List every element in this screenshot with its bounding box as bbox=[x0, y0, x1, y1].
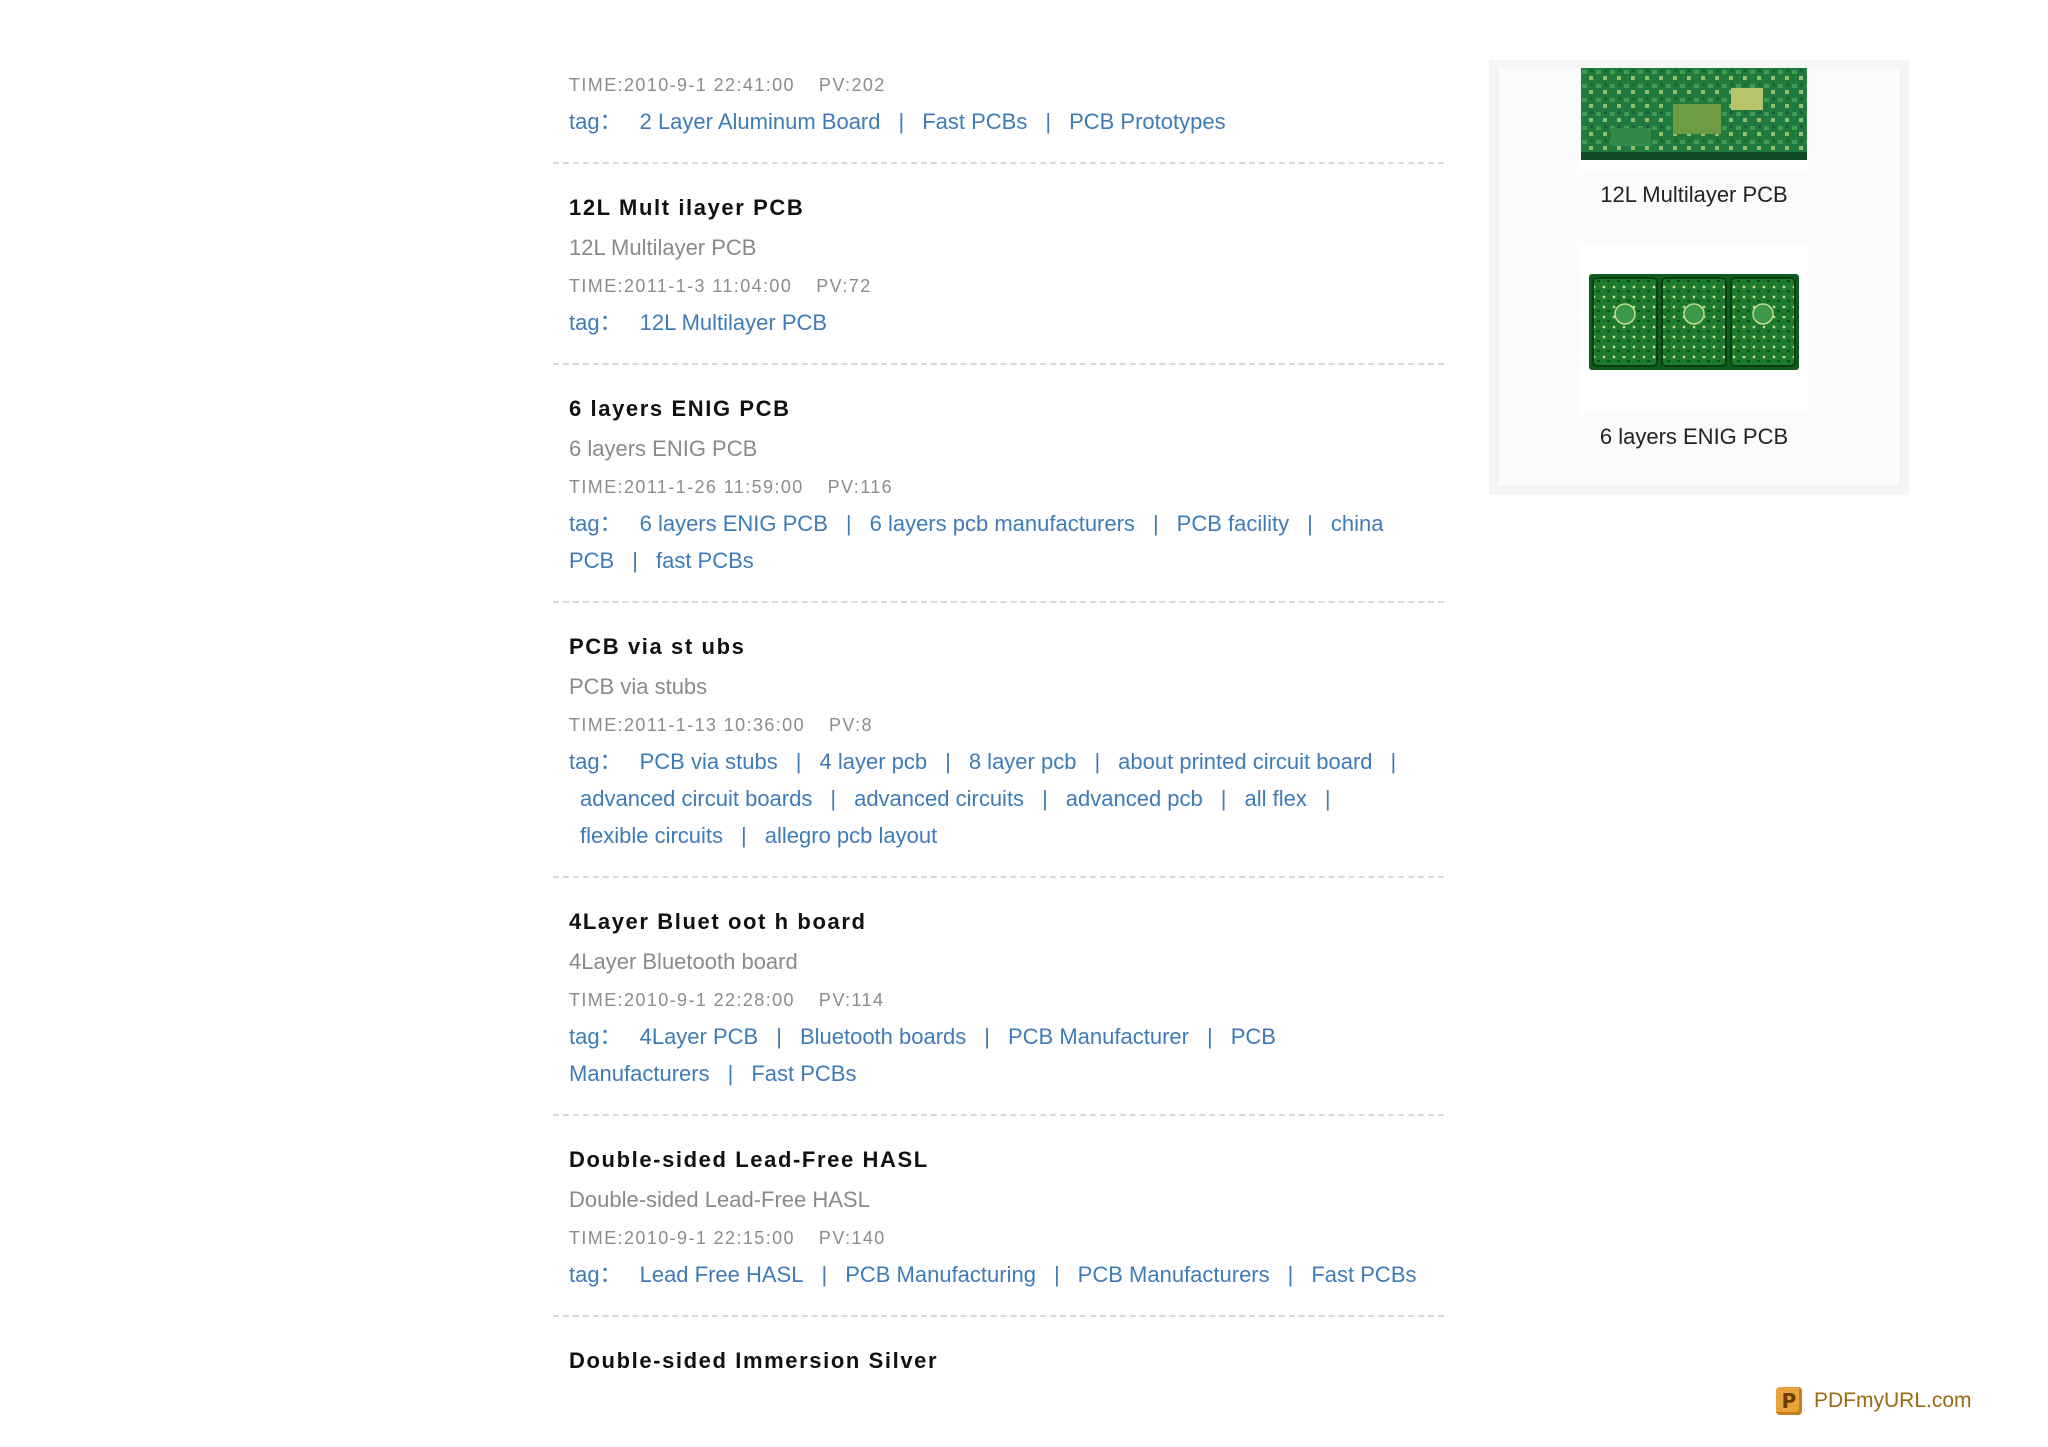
tag-label: tag： bbox=[569, 511, 622, 536]
tag-link[interactable]: Bluetooth boards bbox=[800, 1024, 966, 1049]
divider bbox=[553, 162, 1444, 164]
item-time: TIME:2011-1-13 10:36:00 bbox=[569, 715, 805, 735]
list-item: 4Layer Bluet oot h board 4Layer Bluetoot… bbox=[553, 902, 1444, 1114]
list-item: 12L Mult ilayer PCB 12L Multilayer PCB T… bbox=[553, 188, 1444, 363]
tag-link[interactable]: Fast PCBs bbox=[1311, 1262, 1416, 1287]
item-pv: PV:116 bbox=[827, 477, 894, 497]
tag-link[interactable]: Fast PCBs bbox=[922, 109, 1027, 134]
tag-link[interactable]: all flex bbox=[1245, 786, 1307, 811]
item-tags: tag： Lead Free HASL | PCB Manufacturing | PCB… bbox=[569, 1262, 1417, 1287]
item-tags: tag： 2 Layer Aluminum Board | Fast PCBs | PCB… bbox=[569, 109, 1226, 134]
item-time: TIME:2010-9-1 22:41:00 bbox=[569, 75, 795, 95]
tag-link[interactable]: 2 Layer Aluminum Board bbox=[640, 109, 881, 134]
tag-label: tag： bbox=[569, 109, 622, 134]
item-pv: PV:114 bbox=[818, 990, 885, 1010]
item-tags: tag： 4Layer PCB | Bluetooth boards | PCB Manu… bbox=[569, 1024, 1276, 1086]
item-pv: PV:202 bbox=[818, 75, 886, 95]
item-subtitle: 4Layer Bluetooth board bbox=[569, 949, 798, 974]
item-title[interactable]: 4Layer Bluet oot h board bbox=[569, 902, 1428, 942]
tag-link[interactable]: 6 layers pcb manufacturers bbox=[870, 511, 1135, 536]
tag-link[interactable]: Fast PCBs bbox=[751, 1061, 856, 1086]
tag-label: tag： bbox=[569, 1024, 622, 1049]
item-title[interactable]: PCB via st ubs bbox=[569, 627, 1428, 667]
tag-link[interactable]: flexible circuits bbox=[580, 823, 723, 848]
item-time: TIME:2011-1-26 11:59:00 bbox=[569, 477, 804, 497]
tag-label: tag： bbox=[569, 749, 622, 774]
item-meta: TIME:2011-1-26 11:59:00 PV:116 bbox=[569, 469, 1428, 505]
tag-link[interactable]: advanced circuits bbox=[854, 786, 1024, 811]
product-thumbnail[interactable] bbox=[1581, 244, 1807, 414]
item-subtitle: PCB via stubs bbox=[569, 674, 708, 699]
divider bbox=[553, 1315, 1444, 1317]
divider bbox=[553, 363, 1444, 365]
tag-link[interactable]: advanced circuit boards bbox=[580, 786, 812, 811]
tag-link[interactable]: PCB Prototypes bbox=[1069, 109, 1226, 134]
item-pv: PV:8 bbox=[829, 715, 873, 735]
item-subtitle: Double-sided Lead-Free HASL bbox=[569, 1187, 870, 1212]
item-meta: TIME:2010-9-1 22:28:00 PV:114 bbox=[569, 982, 1428, 1018]
item-pv: PV:140 bbox=[818, 1228, 886, 1248]
pdfmyurl-text: PDFmyURL.com bbox=[1814, 1389, 1972, 1412]
list-item: TIME:2010-9-1 22:41:00 PV:202 tag： 2 Layer… bbox=[553, 0, 1444, 162]
tag-link[interactable]: 4Layer PCB bbox=[640, 1024, 759, 1049]
item-meta: TIME:2011-1-3 11:04:00 PV:72 bbox=[569, 268, 1428, 304]
tag-link[interactable]: advanced pcb bbox=[1066, 786, 1203, 811]
item-title[interactable]: Double-sided Lead-Free HASL bbox=[569, 1140, 1428, 1180]
item-tags: tag： 12L Multilayer PCB bbox=[569, 304, 1428, 363]
tag-link[interactable]: PCB facility bbox=[1177, 511, 1289, 536]
item-time: TIME:2010-9-1 22:15:00 bbox=[569, 1228, 795, 1248]
tag-label: tag： bbox=[569, 310, 622, 335]
product-thumbnail[interactable] bbox=[1581, 68, 1807, 172]
item-tags: tag： PCB via stubs | 4 layer pcb | 8 layer pc… bbox=[569, 749, 1397, 848]
list-item: Double-sided Lead-Free HASL Double-sided… bbox=[553, 1140, 1444, 1315]
list-item: 6 layers ENIG PCB 6 layers ENIG PCB TIME… bbox=[553, 389, 1444, 601]
item-meta: TIME:2010-9-1 22:15:00 PV:140 bbox=[569, 1220, 1428, 1256]
tag-link[interactable]: about printed circuit board bbox=[1118, 749, 1372, 774]
tag-link[interactable]: allegro pcb layout bbox=[765, 823, 937, 848]
tag-link[interactable]: PCB Manufacturers bbox=[1078, 1262, 1270, 1287]
item-time: TIME:2010-9-1 22:28:00 bbox=[569, 990, 795, 1010]
tag-link[interactable]: PCB Manufacturer bbox=[1008, 1024, 1189, 1049]
item-meta: TIME:2011-1-13 10:36:00 PV:8 bbox=[569, 707, 1428, 743]
item-subtitle: 12L Multilayer PCB bbox=[569, 235, 757, 260]
item-meta: TIME:2010-9-1 22:41:00 PV:202 bbox=[569, 67, 1428, 103]
item-tags: tag： 6 layers ENIG PCB | 6 layers pcb manuf… bbox=[569, 511, 1384, 573]
product-caption[interactable]: 12L Multilayer PCB bbox=[1498, 182, 1890, 208]
divider bbox=[553, 601, 1444, 603]
item-subtitle: 6 layers ENIG PCB bbox=[569, 436, 758, 461]
pdfmyurl-watermark[interactable]: P PDFmyURL.com bbox=[1776, 1384, 1972, 1418]
item-pv: PV:72 bbox=[816, 276, 872, 296]
tag-link[interactable]: 8 layer pcb bbox=[969, 749, 1077, 774]
pcb-board-image bbox=[1589, 274, 1799, 370]
item-time: TIME:2011-1-3 11:04:00 bbox=[569, 276, 793, 296]
tag-link[interactable]: 4 layer pcb bbox=[819, 749, 927, 774]
tag-link[interactable]: PCB via stubs bbox=[640, 749, 778, 774]
pcb-board-image bbox=[1581, 68, 1807, 160]
tag-link[interactable]: 12L Multilayer PCB bbox=[640, 310, 827, 335]
divider bbox=[553, 876, 1444, 878]
list-item: PCB via st ubs PCB via stubs TIME:2011-1… bbox=[553, 627, 1444, 876]
tag-link[interactable]: PCB Manufacturing bbox=[845, 1262, 1036, 1287]
divider bbox=[553, 1114, 1444, 1116]
product-sidebar: 12L Multilayer PCB 6 layers ENIG PCB bbox=[1497, 68, 1901, 487]
tag-label: tag： bbox=[569, 1262, 622, 1287]
item-title[interactable]: Double-sided Immersion Silver bbox=[569, 1341, 1428, 1381]
tag-link[interactable]: fast PCBs bbox=[656, 548, 754, 573]
item-title[interactable]: 12L Mult ilayer PCB bbox=[569, 188, 1428, 228]
product-caption[interactable]: 6 layers ENIG PCB bbox=[1498, 424, 1890, 450]
tag-link[interactable]: Lead Free HASL bbox=[640, 1262, 804, 1287]
article-list: TIME:2010-9-1 22:41:00 PV:202 tag： 2 Layer… bbox=[553, 0, 1444, 1381]
item-title[interactable]: 6 layers ENIG PCB bbox=[569, 389, 1428, 429]
list-item: Double-sided Immersion Silver bbox=[553, 1341, 1444, 1381]
tag-link[interactable]: 6 layers ENIG PCB bbox=[640, 511, 828, 536]
pdfmyurl-logo-icon: P bbox=[1776, 1387, 1802, 1415]
